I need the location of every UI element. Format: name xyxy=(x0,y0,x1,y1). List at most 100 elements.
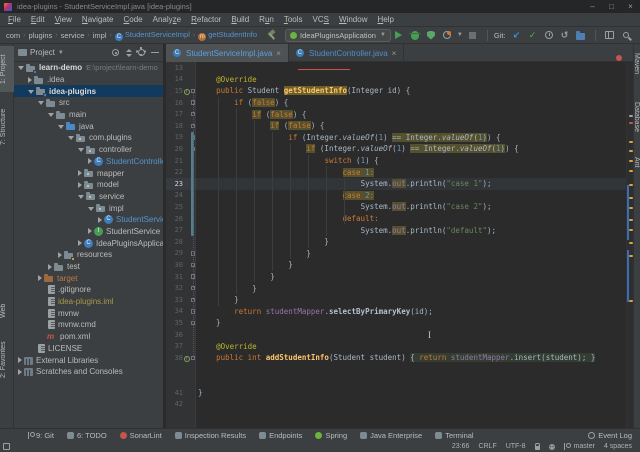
tree-item-test[interactable]: test xyxy=(14,261,163,273)
maximize-button[interactable]: □ xyxy=(602,0,621,13)
tree-item-model[interactable]: model xyxy=(14,179,163,191)
menu-build[interactable]: Build xyxy=(226,15,254,24)
revert-button[interactable]: ↺ xyxy=(558,28,572,42)
tree-item-src[interactable]: src xyxy=(14,97,163,109)
chevron-expanded-icon[interactable] xyxy=(68,136,74,140)
tree-item-external-libraries[interactable]: External Libraries xyxy=(14,354,163,366)
tree-item-resources[interactable]: resources xyxy=(14,249,163,261)
tree-item-controller[interactable]: controller xyxy=(14,144,163,156)
hide-panel-icon[interactable] xyxy=(151,52,159,54)
caret-position[interactable]: 23:66 xyxy=(452,443,470,450)
chevron-collapsed-icon[interactable] xyxy=(88,228,92,234)
chevron-collapsed-icon[interactable] xyxy=(18,369,22,375)
toolwindow-button-spring[interactable]: Spring xyxy=(315,431,347,440)
project-panel-header[interactable]: Project ▼ xyxy=(14,44,163,62)
tree-item-idea-plugins-iml[interactable]: idea-plugins.iml xyxy=(14,296,163,308)
commit-button[interactable]: ✓ xyxy=(526,28,540,42)
toolwindow-button-sonarlint[interactable]: SonarLint xyxy=(120,431,162,440)
chevron-collapsed-icon[interactable] xyxy=(18,357,22,363)
update-project-button[interactable]: ↙ xyxy=(510,28,524,42)
toolwindow-button-9-git[interactable]: 9: Git xyxy=(28,431,54,440)
layout-button[interactable] xyxy=(603,28,617,42)
run-config-select[interactable]: IdeaPluginsApplication ▼ xyxy=(285,29,391,42)
chevron-expanded-icon[interactable] xyxy=(78,195,84,199)
tree-item-service[interactable]: service xyxy=(14,191,163,203)
line-separator[interactable]: CRLF xyxy=(478,443,496,450)
chevron-expanded-icon[interactable] xyxy=(78,148,84,152)
tree-item-learn-demo[interactable]: learn-demoE:\project\learn-demo xyxy=(14,62,163,74)
stripe-button-1-project[interactable]: 1: Project xyxy=(0,46,14,92)
menu-file[interactable]: File xyxy=(3,15,26,24)
chevron-expanded-icon[interactable] xyxy=(58,125,64,129)
overrides-icon[interactable]: ↑ xyxy=(184,356,190,362)
toolwindow-button-terminal[interactable]: Terminal xyxy=(435,431,473,440)
stripe-button-7-structure[interactable]: 7: Structure xyxy=(0,98,14,156)
debug-button[interactable] xyxy=(408,28,422,42)
chevron-expanded-icon[interactable] xyxy=(38,101,44,105)
chevron-collapsed-icon[interactable] xyxy=(48,264,52,270)
chevron-collapsed-icon[interactable] xyxy=(38,275,42,281)
menu-vcs[interactable]: VCS xyxy=(308,15,334,24)
tree-item-main[interactable]: main xyxy=(14,109,163,121)
toolwindow-button-endpoints[interactable]: Endpoints xyxy=(259,431,302,440)
fold-marker[interactable] xyxy=(191,356,196,361)
inspection-error-indicator[interactable] xyxy=(616,55,622,61)
tree-item-ideapluginsapplication[interactable]: CIdeaPluginsApplication xyxy=(14,237,163,249)
menu-analyze[interactable]: Analyze xyxy=(148,15,186,24)
tree-item-java[interactable]: java xyxy=(14,120,163,132)
overrides-icon[interactable]: ↑ xyxy=(184,89,190,95)
coverage-button[interactable] xyxy=(424,28,438,42)
toolwindow-button-event-log[interactable]: Event Log xyxy=(588,431,632,440)
chevron-collapsed-icon[interactable] xyxy=(78,240,82,246)
stop-button[interactable] xyxy=(466,28,480,42)
close-button[interactable]: × xyxy=(621,0,640,13)
stripe-button-web[interactable]: Web xyxy=(0,296,14,326)
chevron-down-icon[interactable]: ▼ xyxy=(457,32,463,38)
chevron-expanded-icon[interactable] xyxy=(48,113,54,117)
stripe-button-database[interactable]: Database xyxy=(633,92,640,142)
tree-item--idea[interactable]: .idea xyxy=(14,74,163,86)
stripe-button-maven[interactable]: Maven xyxy=(633,46,640,82)
tree-item-idea-plugins[interactable]: idea-plugins xyxy=(14,85,163,97)
stripe-button-2-favorites[interactable]: 2: Favorites xyxy=(0,330,14,390)
breadcrumb-item[interactable]: plugins xyxy=(29,31,53,40)
indent-info[interactable]: 4 spaces xyxy=(604,443,632,450)
close-icon[interactable]: × xyxy=(392,49,397,58)
chevron-collapsed-icon[interactable] xyxy=(78,170,82,176)
tree-item-scratches-and-consoles[interactable]: Scratches and Consoles xyxy=(14,366,163,378)
menu-navigate[interactable]: Navigate xyxy=(77,15,119,24)
chevron-collapsed-icon[interactable] xyxy=(88,158,92,164)
menu-help[interactable]: Help xyxy=(372,15,398,24)
tree-item--gitignore[interactable]: .gitignore xyxy=(14,284,163,296)
hector-inspections-icon[interactable] xyxy=(549,444,555,450)
menu-tools[interactable]: Tools xyxy=(279,15,308,24)
tree-item-target[interactable]: target xyxy=(14,272,163,284)
tree-item-studentcontroller[interactable]: CStudentController xyxy=(14,156,163,168)
build-hammer-icon[interactable] xyxy=(267,30,277,40)
lock-icon[interactable] xyxy=(535,446,540,450)
chevron-expanded-icon[interactable] xyxy=(18,66,24,70)
chevron-expanded-icon[interactable] xyxy=(28,90,34,94)
git-branch-widget[interactable]: master xyxy=(564,443,595,450)
toolwindow-button-inspection-results[interactable]: Inspection Results xyxy=(175,431,246,440)
menu-code[interactable]: Code xyxy=(119,15,148,24)
chevron-collapsed-icon[interactable] xyxy=(78,182,82,188)
tree-item-com-plugins[interactable]: com.plugins xyxy=(14,132,163,144)
tree-item-license[interactable]: LICENSE xyxy=(14,343,163,355)
editor-tab[interactable]: CStudentController.java× xyxy=(289,44,404,62)
code-editor[interactable]: 1314 @Override15↑ public Student getStud… xyxy=(166,62,626,428)
toolwindow-toggle-icon[interactable] xyxy=(3,443,10,450)
chevron-collapsed-icon[interactable] xyxy=(98,217,102,223)
locate-file-icon[interactable] xyxy=(112,49,119,56)
chevron-expanded-icon[interactable] xyxy=(88,207,94,211)
profiler-button[interactable] xyxy=(440,28,454,42)
menu-edit[interactable]: Edit xyxy=(26,15,50,24)
tree-item-pom-xml[interactable]: mpom.xml xyxy=(14,331,163,343)
stripe-button-ant[interactable]: Ant xyxy=(633,150,640,174)
chevron-collapsed-icon[interactable] xyxy=(28,77,32,83)
chevron-collapsed-icon[interactable] xyxy=(58,252,62,258)
tree-item-studentservice[interactable]: IStudentService xyxy=(14,226,163,238)
breadcrumb-item[interactable]: mgetStudentInfo xyxy=(198,30,257,41)
tree-item-mvnw-cmd[interactable]: mvnw.cmd xyxy=(14,319,163,331)
breadcrumb-item[interactable]: service xyxy=(61,31,85,40)
